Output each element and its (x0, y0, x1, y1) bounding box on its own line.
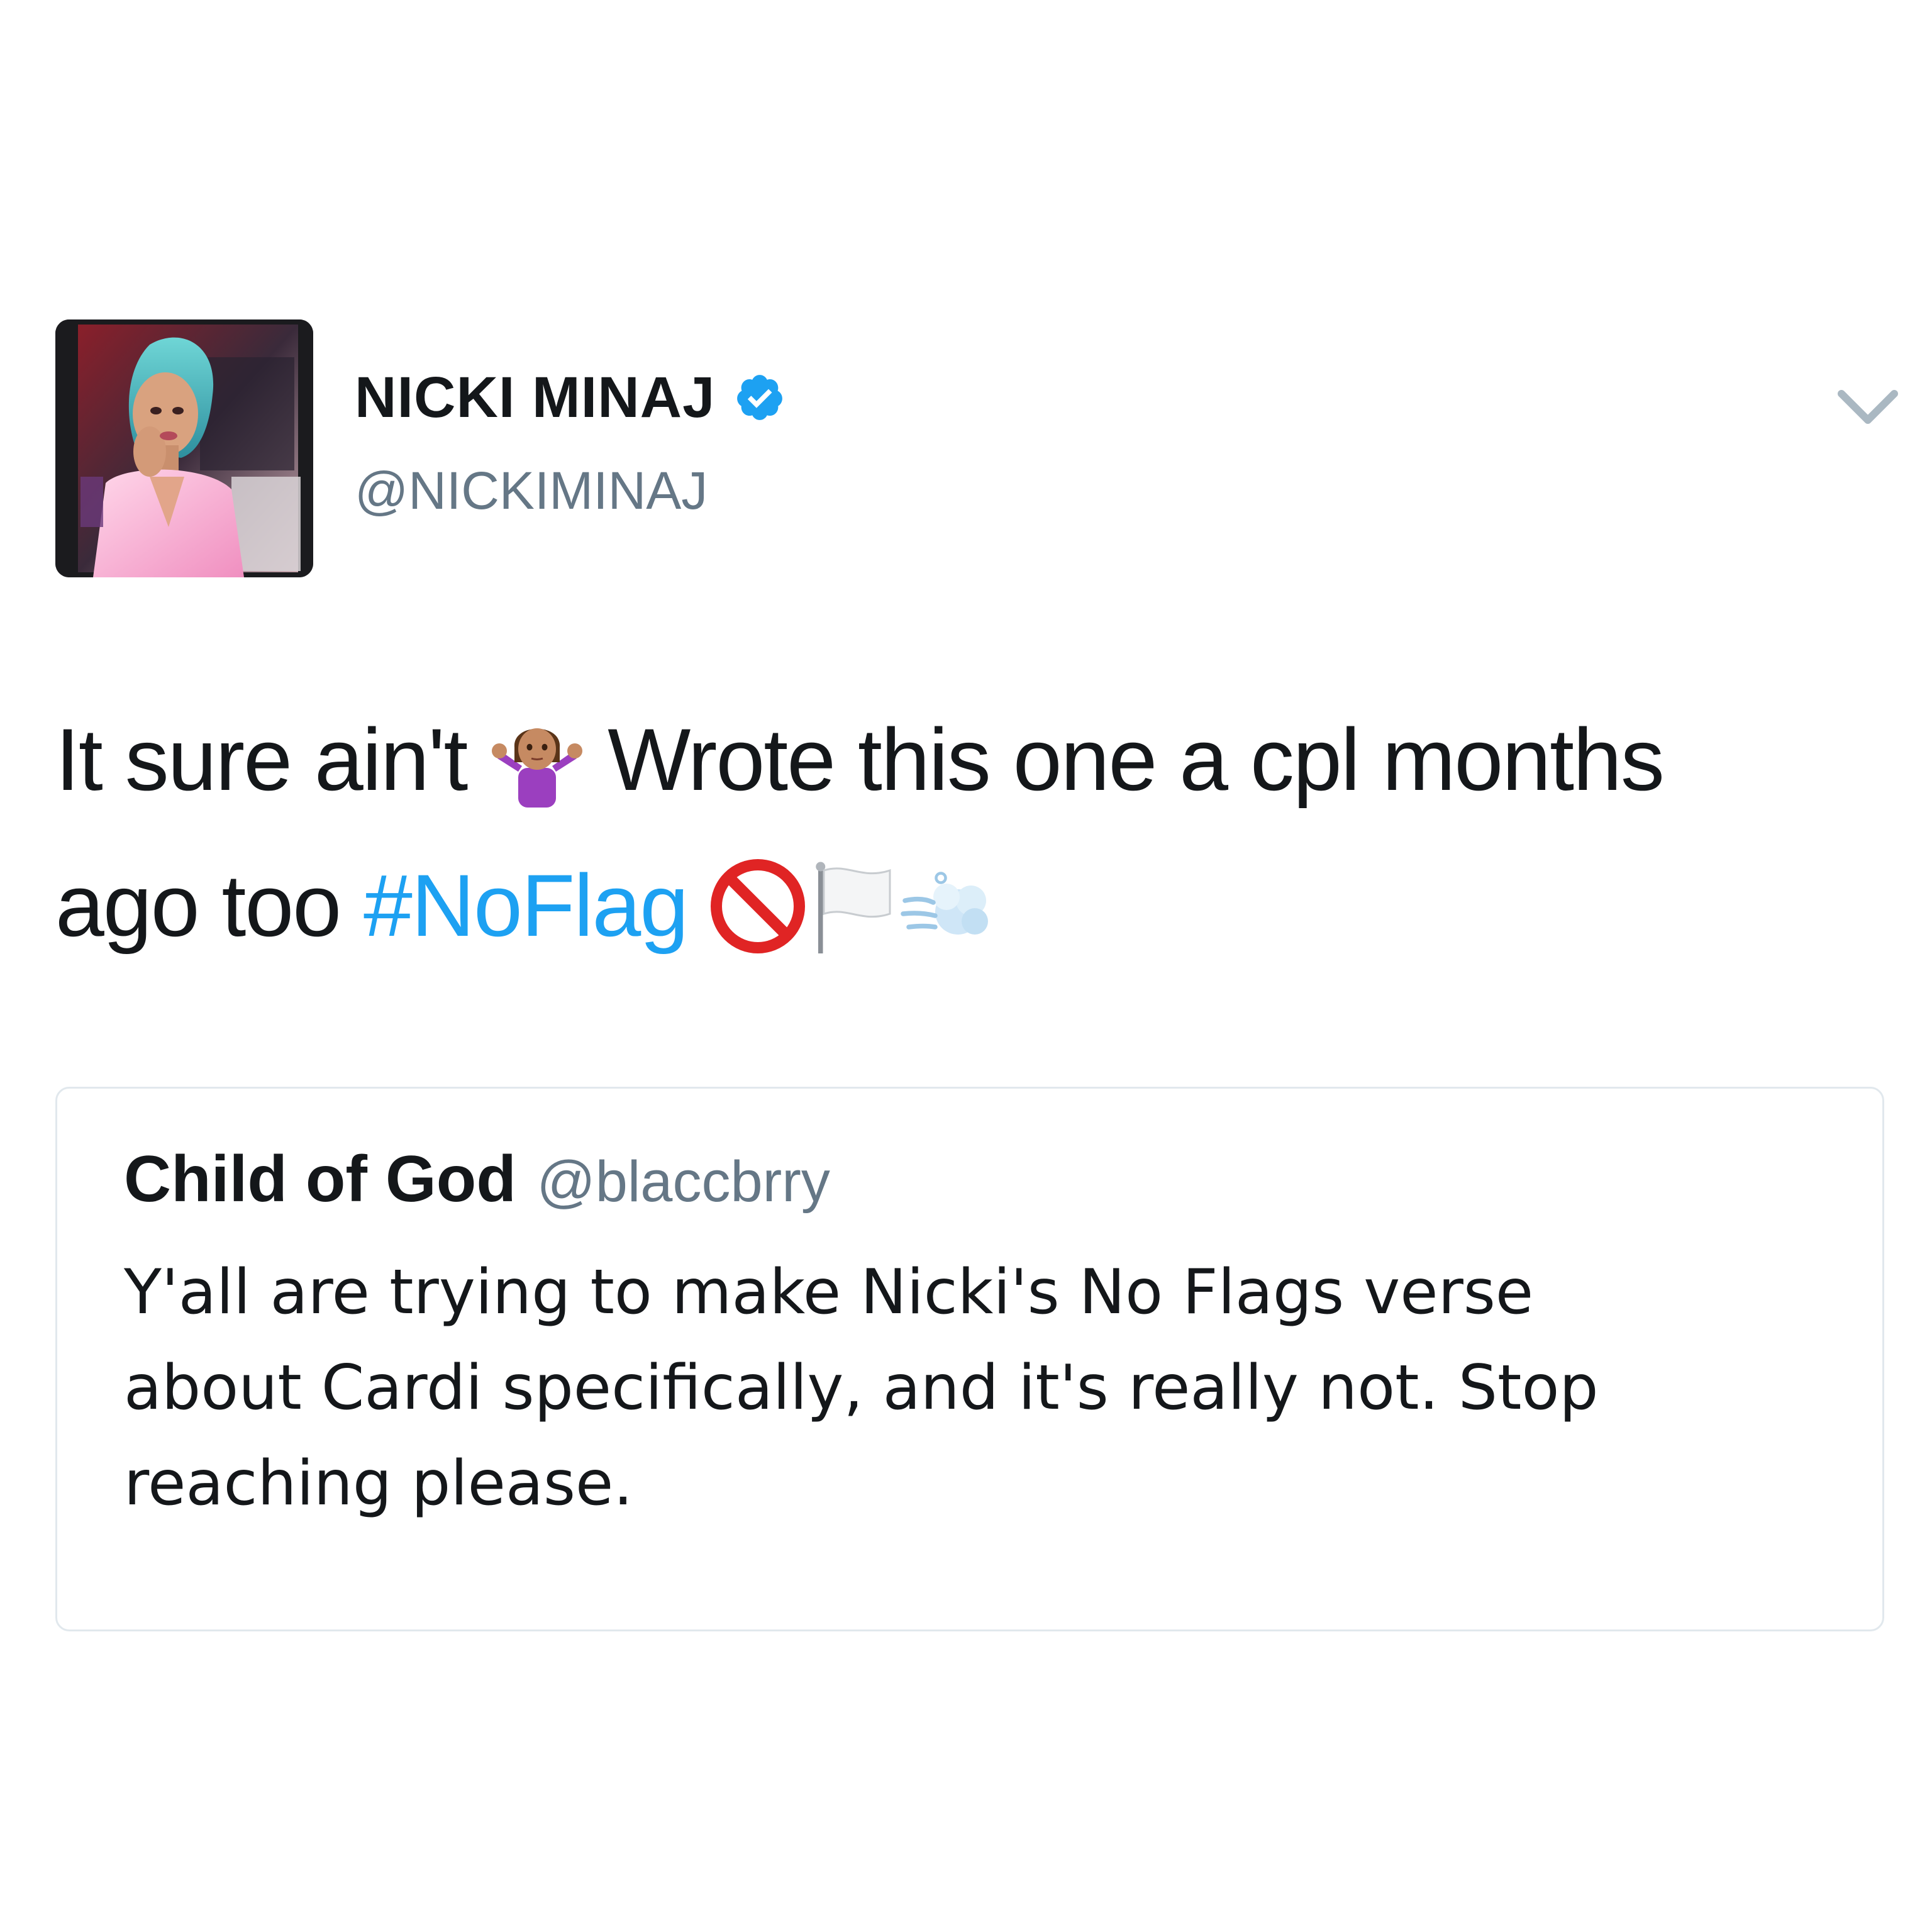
quoted-tweet-header: Child of God @blaccbrry (124, 1146, 830, 1212)
tweet-line-1: It sure ain't Wrote this one a cpl month… (55, 687, 1898, 833)
tweet-text-segment: Wrote this one a cpl months (608, 710, 1665, 809)
quoted-tweet-line: Y'all are trying to make Nicki's No Flag… (124, 1257, 1534, 1328)
no-entry-sign-emoji-icon (711, 859, 806, 954)
handle[interactable]: @NICKIMINAJ (355, 464, 708, 517)
quoted-tweet-line: about Cardi specifically, and it's reall… (124, 1352, 1599, 1424)
white-flag-emoji-icon (805, 859, 899, 954)
profile-photo (55, 319, 313, 577)
chevron-down-icon[interactable] (1836, 387, 1899, 428)
woman-shrugging-emoji-icon (490, 713, 584, 808)
tweet-text-segment: ago too (55, 856, 341, 955)
quoted-tweet-card[interactable]: Child of God @blaccbrry Y'all are trying… (55, 1087, 1884, 1631)
tweet-text: It sure ain't Wrote this one a cpl month… (55, 687, 1898, 979)
dash-emoji-icon (899, 859, 994, 953)
quoted-tweet-display-name: Child of God (124, 1143, 516, 1216)
tweet-text-segment: It sure ain't (55, 710, 468, 809)
quoted-tweet-handle: @blaccbrry (536, 1150, 830, 1214)
tweet-line-2: ago too #NoFlag (55, 833, 1898, 979)
display-name-text: NICKI MINAJ (355, 365, 716, 430)
display-name[interactable]: NICKI MINAJ (355, 369, 786, 426)
avatar[interactable] (55, 319, 313, 577)
verified-badge-icon (734, 372, 786, 423)
quoted-tweet-body: Y'all are trying to make Nicki's No Flag… (124, 1245, 1835, 1531)
quoted-tweet-line: reaching please. (124, 1448, 633, 1519)
hashtag-link[interactable]: #NoFlag (364, 856, 689, 955)
